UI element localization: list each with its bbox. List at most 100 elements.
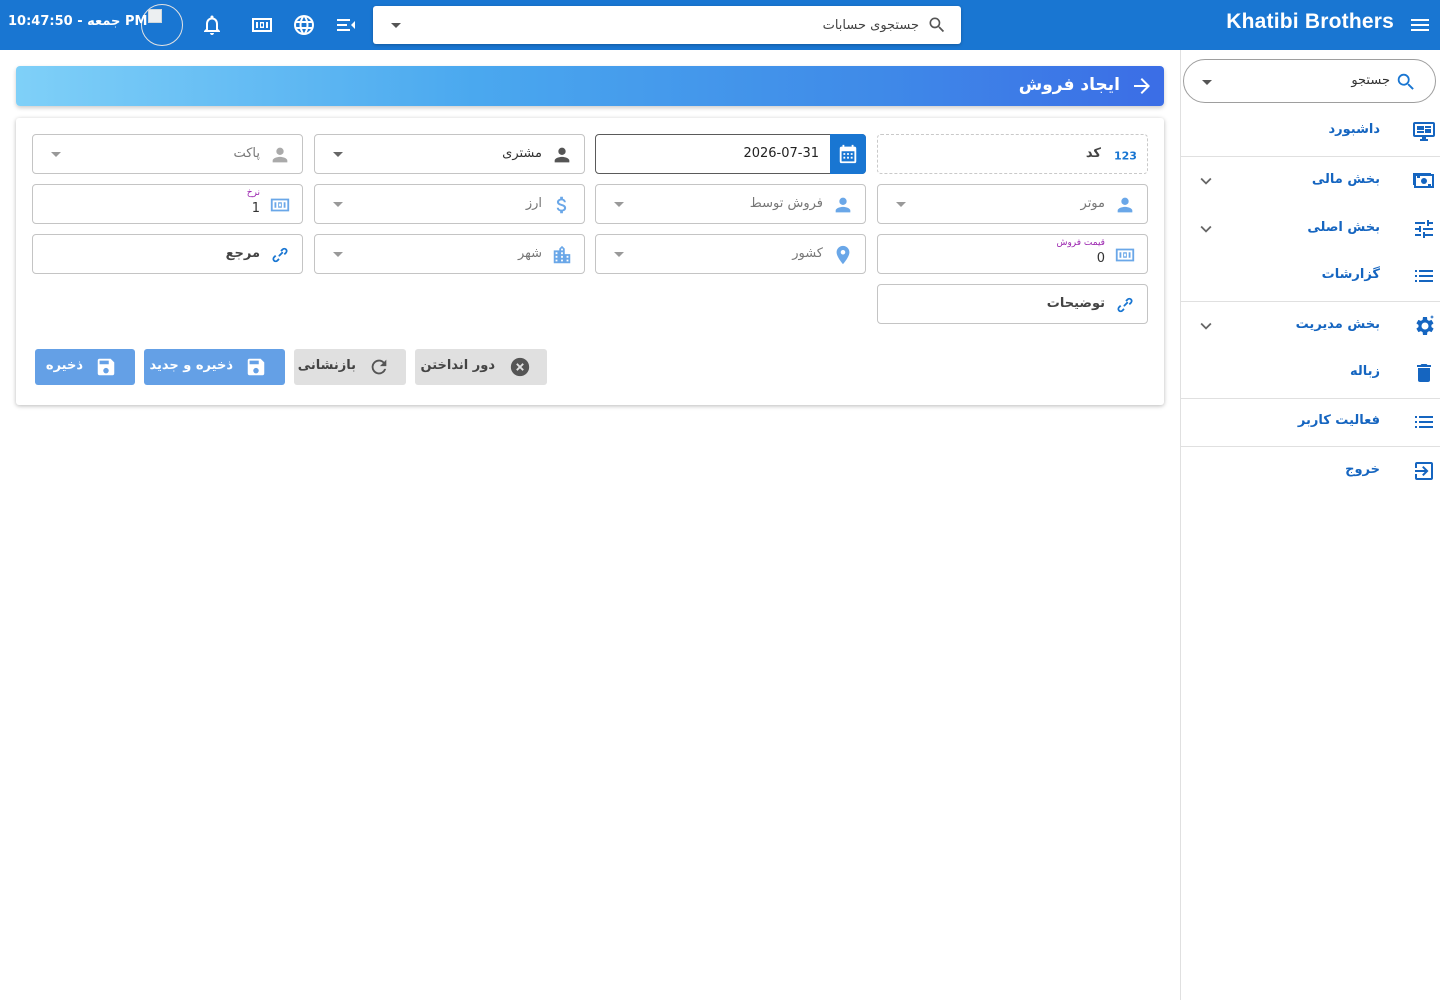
- dropdown-arrow-icon[interactable]: [896, 202, 906, 207]
- sidebar-item-finance[interactable]: بخش مالی: [1181, 158, 1440, 204]
- sidebar-search-dropdown-icon[interactable]: [1202, 80, 1212, 85]
- date-picker-button[interactable]: [830, 134, 866, 174]
- sidebar-item-logout[interactable]: خروج: [1181, 448, 1440, 494]
- sale-price-label: قیمت فروش: [1056, 238, 1105, 248]
- link-icon: [272, 247, 288, 263]
- dropdown-arrow-icon[interactable]: [51, 152, 61, 157]
- sidebar-item-label: داشبورد: [1328, 122, 1380, 137]
- sidebar-item-label: گزارشات: [1321, 267, 1380, 282]
- currency-select[interactable]: ارز: [314, 184, 585, 224]
- save-button[interactable]: ذخیره: [35, 349, 135, 385]
- package-select[interactable]: پاکت: [32, 134, 303, 174]
- sold-by-label: فروش توسط: [749, 196, 823, 211]
- code-label: کد: [1085, 146, 1101, 161]
- account-search-dropdown-icon[interactable]: [391, 23, 401, 28]
- counter-icon: [270, 198, 290, 212]
- sidebar-item-label: بخش اصلی: [1307, 220, 1380, 235]
- account-search-box[interactable]: [373, 6, 961, 44]
- sidebar-item-label: فعالیت کاربر: [1297, 413, 1380, 428]
- list-icon: [1415, 416, 1433, 428]
- chevron-down-icon[interactable]: [1195, 218, 1217, 240]
- tune-icon: [1415, 220, 1433, 238]
- menu-collapse-icon[interactable]: [334, 13, 358, 37]
- sidebar-item-reports[interactable]: گزارشات: [1181, 253, 1440, 299]
- person-icon: [272, 147, 288, 163]
- sidebar-item-main-section[interactable]: بخش اصلی: [1181, 206, 1440, 252]
- vehicle-select[interactable]: موتر: [877, 184, 1148, 224]
- reset-button[interactable]: بازنشانی: [294, 349, 406, 385]
- save-and-new-button[interactable]: ذخیره و جدید: [144, 349, 285, 385]
- link-icon: [1117, 297, 1133, 313]
- reference-label: مرجع: [225, 246, 260, 261]
- date-value: 2026-07-31: [743, 146, 819, 161]
- city-label: شهر: [517, 246, 542, 261]
- dropdown-arrow-icon[interactable]: [333, 152, 343, 157]
- country-label: کشور: [792, 246, 823, 261]
- sale-price-field[interactable]: قیمت فروش 0: [877, 234, 1148, 274]
- sidebar-item-label: زباله: [1349, 364, 1380, 379]
- reference-field[interactable]: مرجع: [32, 234, 303, 274]
- rate-label: نرخ: [246, 188, 260, 198]
- chevron-down-icon[interactable]: [1195, 170, 1217, 192]
- chevron-down-icon[interactable]: [1195, 315, 1217, 337]
- dropdown-arrow-icon[interactable]: [614, 202, 624, 207]
- sidebar-item-label: خروج: [1345, 462, 1380, 477]
- discard-button-label: دور انداختن: [420, 358, 495, 373]
- person-icon: [554, 147, 570, 163]
- code-field[interactable]: 123 کد: [877, 134, 1148, 174]
- brand-title: Khatibi Brothers: [1226, 10, 1394, 33]
- sidebar-item-user-activity[interactable]: فعالیت کاربر: [1181, 399, 1440, 445]
- sold-by-select[interactable]: فروش توسط: [595, 184, 866, 224]
- divider: [1181, 446, 1440, 447]
- search-icon: [1397, 73, 1414, 90]
- rate-value: 1: [251, 201, 260, 216]
- svg-text:123: 123: [1114, 150, 1136, 163]
- description-field[interactable]: توضیحات: [877, 284, 1148, 324]
- reset-button-label: بازنشانی: [297, 358, 356, 373]
- dollar-icon: [556, 196, 567, 214]
- floppy-disk-icon: [97, 358, 115, 376]
- refresh-icon: [371, 359, 387, 375]
- search-icon: [929, 17, 945, 33]
- person-icon: [1117, 197, 1133, 213]
- sale-form-card: 123 کد 2026-07-31 مشتری پاکت موتر فروش ت…: [16, 118, 1164, 405]
- map-pin-icon: [836, 245, 850, 265]
- notifications-bell-icon[interactable]: [200, 13, 224, 37]
- menu-icon[interactable]: [1408, 13, 1432, 37]
- clock-display: جمعه - 10:47:50 PM: [8, 14, 148, 29]
- divider: [1181, 156, 1440, 157]
- sidebar-item-dashboard[interactable]: داشبورد: [1181, 108, 1440, 154]
- navigation-drawer: جستجو داشبورد بخش مالی بخش اصلی گزارشات …: [1180, 50, 1440, 1000]
- description-label: توضیحات: [1046, 296, 1105, 311]
- city-select[interactable]: شهر: [314, 234, 585, 274]
- dropdown-arrow-icon[interactable]: [333, 202, 343, 207]
- counter-icon: [1115, 248, 1135, 262]
- broken-image-icon: [148, 9, 162, 23]
- cog-icon: [1416, 315, 1434, 335]
- person-icon: [835, 197, 851, 213]
- sale-price-value: 0: [1096, 251, 1105, 266]
- dropdown-arrow-icon[interactable]: [614, 252, 624, 257]
- country-select[interactable]: کشور: [595, 234, 866, 274]
- page-header-bar: ایجاد فروش: [16, 66, 1164, 106]
- page-title: ایجاد فروش: [1018, 75, 1120, 95]
- sidebar-item-management[interactable]: بخش مدیریت: [1181, 303, 1440, 349]
- sidebar-search[interactable]: جستجو: [1183, 59, 1436, 103]
- currency-label: ارز: [525, 196, 542, 211]
- city-buildings-icon: [553, 245, 571, 264]
- date-field[interactable]: 2026-07-31: [595, 134, 866, 174]
- account-search-input[interactable]: [439, 6, 919, 44]
- counter-icon[interactable]: [250, 13, 274, 37]
- sidebar-item-label: بخش مالی: [1311, 172, 1380, 187]
- logout-icon: [1415, 462, 1433, 480]
- discard-button[interactable]: دور انداختن: [415, 349, 547, 385]
- rate-field[interactable]: نرخ 1: [32, 184, 303, 224]
- trash-icon: [1417, 364, 1431, 382]
- package-label: پاکت: [233, 146, 260, 161]
- arrow-right-back-icon[interactable]: [1130, 74, 1154, 98]
- dropdown-arrow-icon[interactable]: [333, 252, 343, 257]
- customer-select[interactable]: مشتری: [314, 134, 585, 174]
- save-and-new-button-label: ذخیره و جدید: [149, 358, 233, 373]
- sidebar-item-trash[interactable]: زباله: [1181, 350, 1440, 396]
- language-globe-icon[interactable]: [292, 13, 316, 37]
